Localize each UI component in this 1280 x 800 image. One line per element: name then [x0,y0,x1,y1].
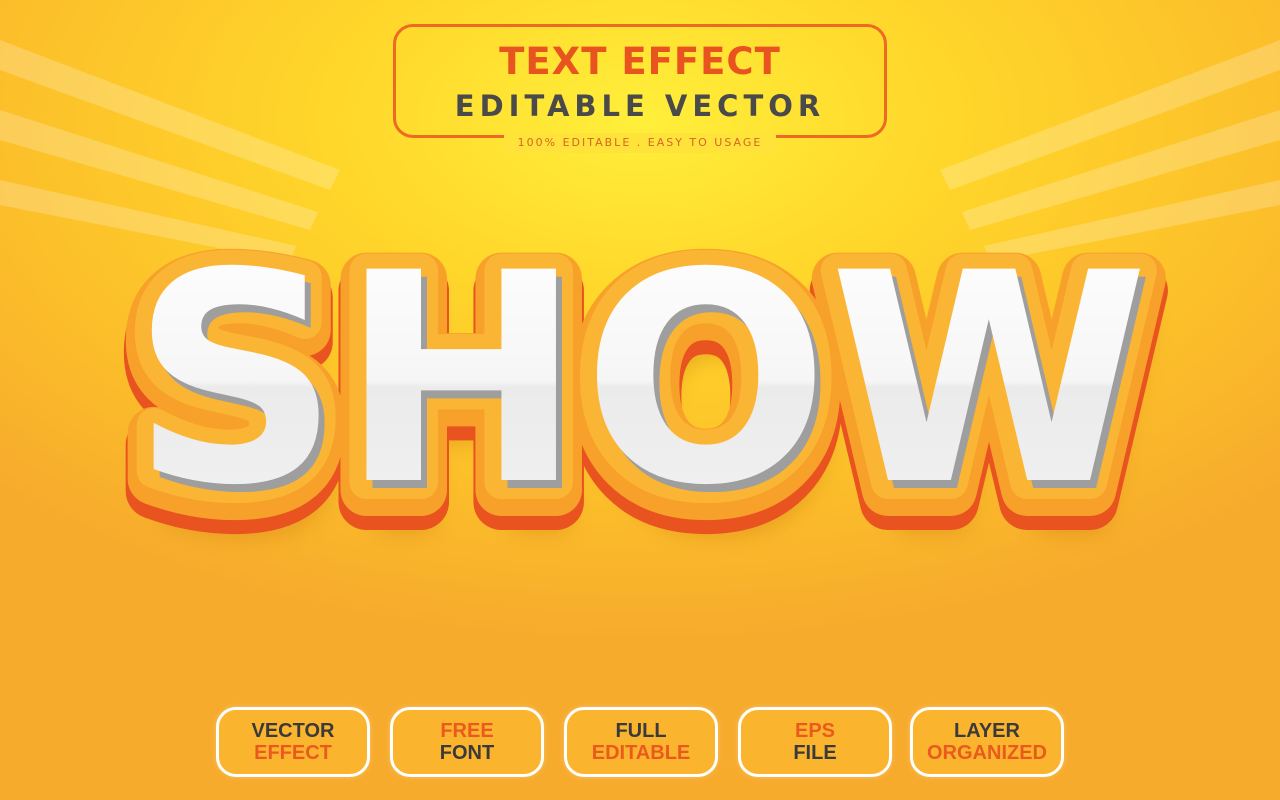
feature-badge-free-font: FREE FONT [390,707,544,777]
feature-line1: FULL [615,720,667,742]
feature-badge-layer-organized: LAYER ORGANIZED [910,707,1064,777]
feature-line1: VECTOR [251,720,335,742]
feature-line2: EDITABLE [591,742,691,764]
feature-badge-vector-effect: VECTOR EFFECT [216,707,370,777]
feature-line1: FREE [440,720,494,742]
feature-line2: ORGANIZED [927,742,1047,764]
feature-line1: LAYER [954,720,1020,742]
feature-line2: FONT [439,742,495,764]
show-face: SHOW [131,212,1149,549]
feature-badge-full-editable: FULL EDITABLE [564,707,718,777]
feature-badge-eps-file: EPS FILE [738,707,892,777]
feature-line1: EPS [794,720,836,742]
feature-line2: FILE [793,742,837,764]
show-3d-text: SHOW SHOW SHOW SHOW SHOW SHOW [103,196,1177,599]
feature-line2: EFFECT [254,742,332,764]
